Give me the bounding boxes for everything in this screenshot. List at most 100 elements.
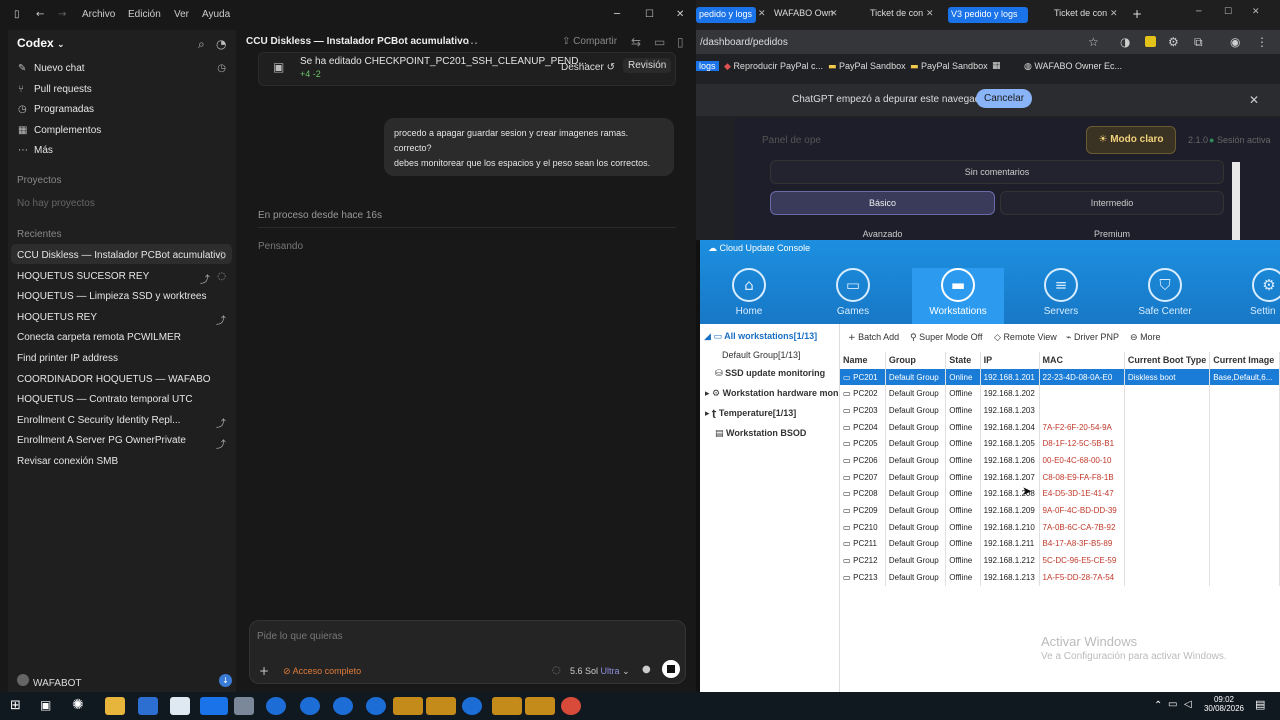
vscode-icon[interactable] xyxy=(200,697,228,715)
no-comments-option[interactable]: Sin comentarios xyxy=(770,160,1224,184)
chrome-icon[interactable] xyxy=(492,697,522,715)
level-avanzado[interactable]: Avanzado xyxy=(770,222,995,240)
back-icon[interactable]: ← xyxy=(36,9,44,20)
table-row[interactable]: ▭ PC201 Default Group Online 192.168.1.201 2… xyxy=(840,368,1280,386)
chrome-icon[interactable] xyxy=(393,697,423,715)
new-tab-icon[interactable]: + xyxy=(1132,7,1142,23)
table-row[interactable]: ▭ PC202 Default Group Offline 192.168.1.202 xyxy=(840,385,1280,403)
nav-servers[interactable]: ≡ Servers xyxy=(1026,268,1096,317)
star-icon[interactable]: ☆ xyxy=(1088,35,1099,49)
menu-ayuda[interactable]: Ayuda xyxy=(202,9,230,20)
app-icon[interactable] xyxy=(138,697,158,715)
bookmark-3[interactable]: ▬ PayPal Sandbox xyxy=(828,61,906,72)
scrollbar[interactable] xyxy=(1232,162,1240,240)
table-row[interactable]: ▭ PC211 Default Group Offline 192.168.1.211… xyxy=(840,535,1280,553)
nav-nuevo-chat[interactable]: ✎ Nuevo chat xyxy=(18,63,85,74)
extension-icon[interactable] xyxy=(1145,36,1156,47)
app-icon[interactable] xyxy=(234,697,254,715)
puzzle-icon[interactable]: ⧉ xyxy=(1194,35,1203,50)
col-ip[interactable]: IP xyxy=(980,352,1040,369)
maximize-icon[interactable]: ☐ xyxy=(645,9,654,20)
level-basico[interactable]: Básico xyxy=(770,191,995,215)
clock-icon[interactable]: ◷ xyxy=(217,63,226,74)
remote-desktop-icon[interactable] xyxy=(266,697,286,715)
batch-add-button[interactable]: + Batch Add xyxy=(848,332,899,343)
tree-default-group[interactable]: Default Group[1/13] xyxy=(722,350,801,360)
extension-icon[interactable]: ◑ xyxy=(1120,35,1130,49)
table-row[interactable]: ▭ PC210 Default Group Offline 192.168.1.210… xyxy=(840,518,1280,536)
recent-item[interactable]: HOQUETUS — Limpieza SSD y worktrees xyxy=(17,291,207,302)
tray-chevron-icon[interactable]: ⌃ xyxy=(1154,700,1162,711)
close-icon[interactable]: ✕ xyxy=(676,9,684,20)
remote-desktop-icon[interactable] xyxy=(333,697,353,715)
download-icon[interactable]: ↓ xyxy=(219,674,232,687)
tree-temperature[interactable]: ▸ ʈ Temperature[1/13] xyxy=(705,408,796,419)
table-row[interactable]: ▭ PC213 Default Group Offline 192.168.1.213… xyxy=(840,568,1280,586)
chrome-icon[interactable] xyxy=(561,697,581,715)
remote-desktop-icon[interactable] xyxy=(462,697,482,715)
close-icon[interactable]: ✕ xyxy=(926,9,934,25)
tree-all-workstations[interactable]: ◢ ▭ All workstations[1/13] xyxy=(704,331,817,342)
col-image[interactable]: Current Image xyxy=(1209,352,1280,369)
user-profile[interactable]: WAFABOT xyxy=(17,674,82,689)
col-group[interactable]: Group xyxy=(885,352,947,369)
close-icon[interactable]: ✕ xyxy=(1110,9,1118,25)
add-icon[interactable]: + xyxy=(259,664,269,678)
extension-icon[interactable]: ⚙ xyxy=(1168,35,1179,49)
recent-item[interactable]: HOQUETUS REY xyxy=(17,312,97,323)
col-name[interactable]: Name xyxy=(840,352,886,369)
level-premium[interactable]: Premium xyxy=(1000,222,1224,240)
apps-icon[interactable]: ▦ xyxy=(992,61,1001,71)
more-icon[interactable]: ⋯ xyxy=(466,36,478,50)
nav-mas[interactable]: ⋯ Más xyxy=(18,145,53,156)
panel-icon[interactable]: ▭ xyxy=(654,35,665,49)
menu-archivo[interactable]: Archivo xyxy=(82,9,115,20)
volume-icon[interactable]: ◁ xyxy=(1184,699,1192,710)
model-selector[interactable]: 5.6 Sol Ultra ⌄ xyxy=(570,666,630,677)
tree-bsod[interactable]: ▤ Workstation BSOD xyxy=(715,428,806,439)
forward-icon[interactable]: → xyxy=(58,9,66,20)
nav-pull-requests[interactable]: ⑂ Pull requests xyxy=(18,84,92,95)
tab-2[interactable]: WAFABO Own xyxy=(774,8,833,24)
close-icon[interactable]: ✕ xyxy=(758,9,766,25)
recent-item[interactable]: Find printer IP address xyxy=(17,353,118,364)
tree-hardware[interactable]: ▸ ⚙ Workstation hardware mon xyxy=(705,388,839,399)
tab-5[interactable]: Ticket de con xyxy=(1054,8,1107,24)
recent-item[interactable]: Enrollment C Security Identity Repl... xyxy=(17,415,180,426)
recent-item[interactable]: Conecta carpeta remota PCWILMER xyxy=(17,332,181,343)
bell-icon[interactable]: ◔ xyxy=(216,37,226,51)
level-intermedio[interactable]: Intermedio xyxy=(1000,191,1224,215)
close-icon[interactable]: ✕ xyxy=(1252,7,1260,23)
table-row[interactable]: ▭ PC205 Default Group Offline 192.168.1.205… xyxy=(840,435,1280,453)
nav-programadas[interactable]: ◷ Programadas xyxy=(18,104,94,115)
undo-button[interactable]: Deshacer ↺ xyxy=(561,62,615,73)
tab-3[interactable]: Ticket de con xyxy=(870,8,923,24)
table-row[interactable]: ▭ PC203 Default Group Offline 192.168.1.203 xyxy=(840,402,1280,419)
minimize-icon[interactable]: ─ xyxy=(1196,7,1201,23)
driver-pnp-button[interactable]: ⌁ Driver PNP xyxy=(1066,332,1119,343)
close-icon[interactable]: ✕ xyxy=(1249,93,1259,107)
nav-safe-center[interactable]: ⛉ Safe Center xyxy=(1130,268,1200,317)
nav-home[interactable]: ⌂ Home xyxy=(714,268,784,317)
table-row[interactable]: ▭ PC206 Default Group Offline 192.168.1.206… xyxy=(840,452,1280,469)
recent-item[interactable]: HOQUETUS — Contrato temporal UTC xyxy=(17,394,193,405)
table-row[interactable]: ▭ PC208 Default Group Offline 192.168.1.208… xyxy=(840,485,1280,503)
more-button[interactable]: ⊖ More xyxy=(1130,332,1161,343)
task-view-icon[interactable]: ▣ xyxy=(40,698,51,712)
mic-icon[interactable]: ● xyxy=(642,664,651,675)
bookmark-4[interactable]: ▬ PayPal Sandbox xyxy=(910,61,988,72)
network-icon[interactable]: ▭ xyxy=(1168,699,1177,710)
recent-item[interactable]: Revisar conexión SMB xyxy=(17,456,118,467)
menu-icon[interactable]: ⋮ xyxy=(1256,35,1268,49)
chrome-icon[interactable] xyxy=(426,697,456,715)
table-row[interactable]: ▭ PC207 Default Group Offline 192.168.1.207… xyxy=(840,468,1280,486)
tree-ssd-monitoring[interactable]: ⛁ SSD update monitoring xyxy=(715,368,825,379)
bookmark-5[interactable]: ◍ WAFABO Owner Ec... xyxy=(1024,61,1122,72)
profile-icon[interactable]: ◉ xyxy=(1230,35,1240,49)
menu-ver[interactable]: Ver xyxy=(174,9,189,20)
chatgpt-icon[interactable]: ✺ xyxy=(72,697,92,715)
layout-icon[interactable]: ▯ xyxy=(677,35,684,49)
table-row[interactable]: ▭ PC204 Default Group Offline 192.168.1.204… xyxy=(840,418,1280,436)
bookmark-1[interactable]: logs xyxy=(696,61,719,71)
recent-item[interactable]: HOQUETUS SUCESOR REY xyxy=(17,271,149,282)
